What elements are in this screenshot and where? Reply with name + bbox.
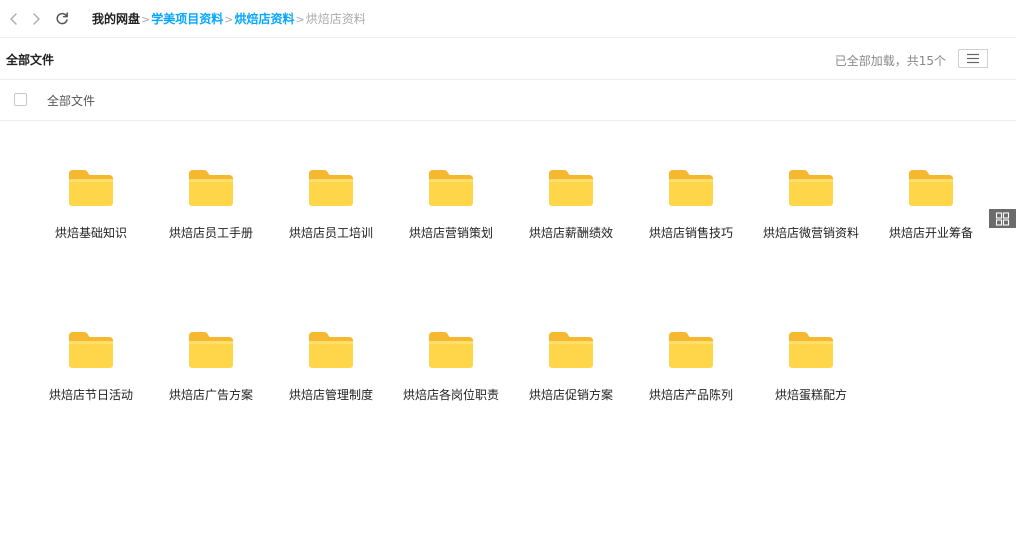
folder-name: 烘焙店员工培训	[288, 226, 373, 240]
refresh-icon[interactable]	[53, 10, 71, 28]
folder-icon	[427, 330, 475, 370]
select-all-row: 全部文件	[0, 80, 1016, 121]
forward-icon[interactable]	[27, 10, 45, 28]
folder-item[interactable]: 烘焙店员工培训	[271, 160, 391, 322]
folder-icon	[667, 168, 715, 208]
folder-name: 烘焙店销售技巧	[648, 226, 733, 240]
breadcrumb-link[interactable]: 烘焙店资料	[234, 11, 294, 27]
load-status-text: 已全部加载，共15个	[834, 54, 946, 68]
folder-name: 烘焙店产品陈列	[648, 388, 733, 402]
folder-item[interactable]: 烘焙店销售技巧	[631, 160, 751, 322]
breadcrumb-link[interactable]: 学美项目资料	[151, 11, 223, 27]
folder-item[interactable]: 烘焙店管理制度	[271, 322, 391, 484]
folder-name: 烘焙店促销方案	[528, 388, 613, 402]
folder-item[interactable]: 烘焙店员工手册	[151, 160, 271, 322]
breadcrumb: 我的网盘>学美项目资料>烘焙店资料>烘焙店资料	[92, 11, 366, 28]
folder-name: 烘焙店开业筹备	[888, 226, 973, 240]
folder-icon	[547, 168, 595, 208]
folder-icon	[307, 330, 355, 370]
folder-name: 烘焙店营销策划	[408, 226, 493, 240]
folder-icon	[667, 330, 715, 370]
section-title: 全部文件	[6, 53, 55, 67]
folder-item[interactable]: 烘焙店微营销资料	[751, 160, 871, 322]
folder-name: 烘焙店节日活动	[48, 388, 133, 402]
folder-item[interactable]: 烘焙蛋糕配方	[751, 322, 871, 484]
folder-icon	[787, 330, 835, 370]
folder-icon	[547, 330, 595, 370]
folder-item[interactable]: 烘焙店促销方案	[511, 322, 631, 484]
folder-item[interactable]: 烘焙店产品陈列	[631, 322, 751, 484]
folder-icon	[907, 168, 955, 208]
folder-icon	[787, 168, 835, 208]
folder-name: 烘焙店薪酬绩效	[528, 226, 613, 240]
file-toolbar: 全部文件 已全部加载，共15个	[0, 39, 1016, 228]
folder-item[interactable]: 烘焙店营销策划	[391, 160, 511, 322]
folder-name: 烘焙店管理制度	[288, 388, 373, 402]
view-switch	[958, 49, 1016, 228]
back-icon[interactable]	[5, 10, 23, 28]
folder-item[interactable]: 烘焙店广告方案	[151, 322, 271, 484]
breadcrumb-separator: >	[141, 13, 151, 26]
breadcrumb-current: 烘焙店资料	[305, 12, 366, 26]
breadcrumb-separator: >	[224, 13, 234, 26]
folder-name: 烘焙店员工手册	[168, 226, 253, 240]
folder-name: 烘焙店各岗位职责	[402, 388, 499, 402]
folder-item[interactable]: 烘焙店各岗位职责	[391, 322, 511, 484]
folder-name: 烘焙蛋糕配方	[774, 388, 847, 402]
folder-icon	[187, 168, 235, 208]
folder-name: 烘焙基础知识	[54, 226, 127, 240]
folder-icon	[427, 168, 475, 208]
select-all-label: 全部文件	[47, 94, 96, 108]
folder-icon	[187, 330, 235, 370]
folder-item[interactable]: 烘焙基础知识	[31, 160, 151, 322]
folder-item[interactable]: 烘焙店节日活动	[31, 322, 151, 484]
folder-icon	[67, 168, 115, 208]
file-grid: 烘焙基础知识 烘焙店员工手册 烘焙店员工培训 烘焙店营销策划 烘焙店薪酬绩效 烘焙店销售技…	[31, 160, 991, 484]
list-view-icon[interactable]	[958, 49, 988, 68]
grid-view-icon[interactable]	[989, 209, 1016, 228]
folder-item[interactable]: 烘焙店薪酬绩效	[511, 160, 631, 322]
top-navigation-bar: 我的网盘>学美项目资料>烘焙店资料>烘焙店资料	[0, 0, 1016, 38]
folder-icon	[67, 330, 115, 370]
folder-item[interactable]: 烘焙店开业筹备	[871, 160, 991, 322]
folder-name: 烘焙店广告方案	[168, 388, 253, 402]
breadcrumb-separator: >	[295, 13, 305, 26]
breadcrumb-root[interactable]: 我的网盘	[92, 11, 140, 27]
folder-icon	[307, 168, 355, 208]
select-all-checkbox[interactable]	[14, 93, 27, 106]
folder-name: 烘焙店微营销资料	[762, 226, 859, 240]
